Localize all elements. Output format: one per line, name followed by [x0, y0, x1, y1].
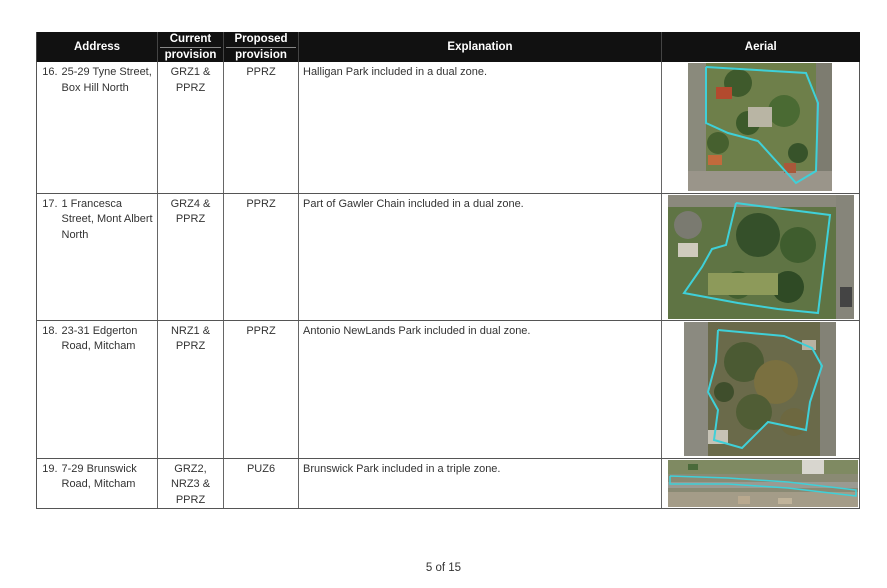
- table-header-row: Address Current provision Proposed provi…: [36, 32, 860, 62]
- zones-table: Address Current provision Proposed provi…: [36, 32, 860, 509]
- page-number: 5 of 15: [425, 562, 462, 574]
- aerial-photo: [668, 459, 858, 507]
- row-proposed-provision: PPRZ: [223, 320, 299, 459]
- row-current-provision: GRZ4 & PPRZ: [157, 193, 224, 321]
- header-current-line1: Current: [169, 33, 212, 45]
- header-proposed-line1: Proposed: [234, 33, 288, 45]
- row-explanation: Part of Gawler Chain included in a dual …: [298, 193, 662, 321]
- row-proposed-provision: PPRZ: [223, 193, 299, 321]
- row-current-provision: GRZ2, NRZ3 & PPRZ: [157, 458, 224, 509]
- row-address: 25-29 Tyne Street, Box Hill North: [58, 62, 158, 194]
- row-explanation: Halligan Park included in a dual zone.: [298, 62, 662, 194]
- row-proposed-provision: PPRZ: [223, 62, 299, 194]
- row-aerial: [661, 62, 860, 194]
- row-explanation: Brunswick Park included in a triple zone…: [298, 458, 662, 509]
- row-aerial: [661, 320, 860, 459]
- table-row: 16. 25-29 Tyne Street, Box Hill North GR…: [36, 62, 860, 194]
- header-address: Address: [36, 32, 158, 62]
- aerial-photo: [684, 321, 836, 456]
- header-proposed-line2: provision: [226, 47, 296, 62]
- header-proposed-provision: Proposed provision: [223, 32, 299, 62]
- row-number: 18.: [36, 320, 59, 459]
- row-address: 1 Francesca Street, Mont Albert North: [58, 193, 158, 321]
- row-address: 23-31 Edgerton Road, Mitcham: [58, 320, 158, 459]
- table-row: 17. 1 Francesca Street, Mont Albert Nort…: [36, 193, 860, 321]
- row-number: 17.: [36, 193, 59, 321]
- header-aerial: Aerial: [661, 32, 860, 62]
- header-current-provision: Current provision: [157, 32, 224, 62]
- aerial-photo: [688, 63, 832, 191]
- row-current-provision: GRZ1 & PPRZ: [157, 62, 224, 194]
- row-explanation: Antonio NewLands Park included in dual z…: [298, 320, 662, 459]
- table-row: 18. 23-31 Edgerton Road, Mitcham NRZ1 & …: [36, 320, 860, 459]
- row-address: 7-29 Brunswick Road, Mitcham: [58, 458, 158, 509]
- header-explanation: Explanation: [298, 32, 662, 62]
- row-number: 16.: [36, 62, 59, 194]
- row-current-provision: NRZ1 & PPRZ: [157, 320, 224, 459]
- row-aerial: [661, 193, 860, 321]
- table-row: 19. 7-29 Brunswick Road, Mitcham GRZ2, N…: [36, 458, 860, 509]
- header-current-line2: provision: [160, 47, 221, 62]
- row-number: 19.: [36, 458, 59, 509]
- aerial-photo: [668, 194, 854, 319]
- row-proposed-provision: PUZ6: [223, 458, 299, 509]
- row-aerial: [661, 458, 860, 509]
